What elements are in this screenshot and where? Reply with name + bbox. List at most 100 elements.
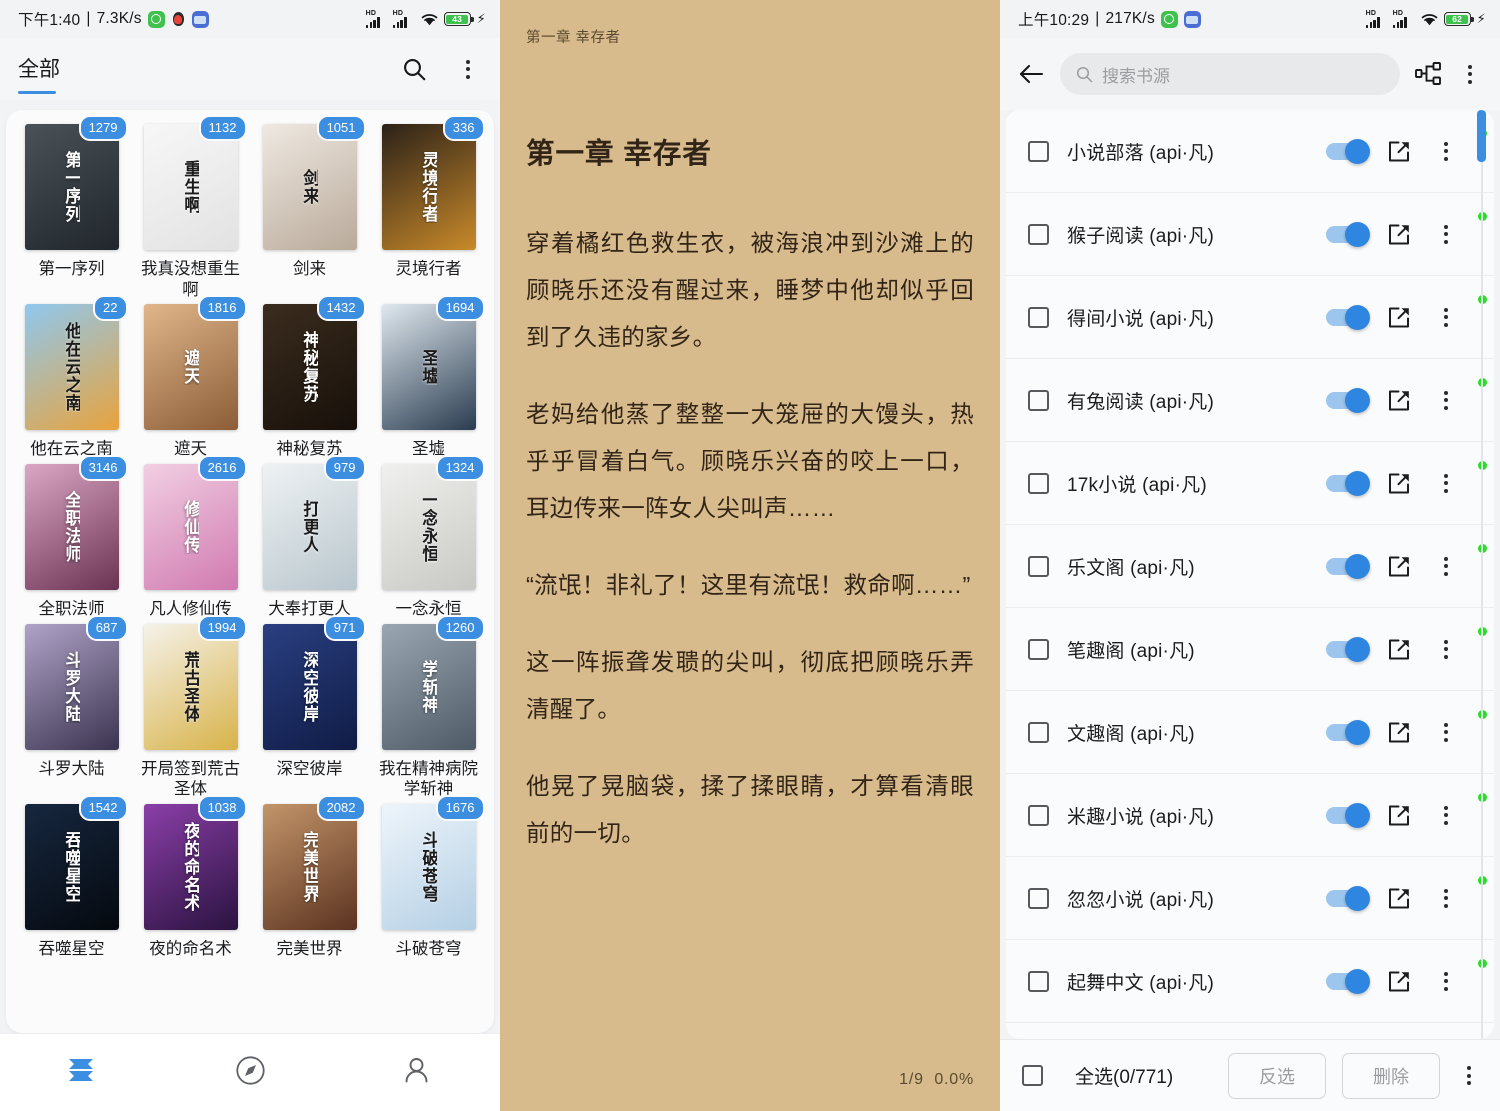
edit-icon[interactable] bbox=[1387, 969, 1412, 994]
source-checkbox[interactable] bbox=[1028, 223, 1049, 245]
book-cover[interactable]: 修仙传 bbox=[143, 463, 238, 590]
source-row[interactable]: 17k小说 (api·凡) bbox=[1006, 442, 1494, 525]
discover-tab[interactable] bbox=[167, 1055, 334, 1091]
search-icon[interactable] bbox=[400, 55, 428, 83]
source-enable-toggle[interactable] bbox=[1326, 802, 1370, 828]
source-enable-toggle[interactable] bbox=[1326, 387, 1370, 413]
source-overflow-icon[interactable] bbox=[1432, 386, 1460, 414]
source-row[interactable]: 猴子阅读 (api·凡) bbox=[1006, 193, 1494, 276]
edit-icon[interactable] bbox=[1387, 139, 1412, 164]
source-overflow-icon[interactable] bbox=[1432, 801, 1460, 829]
source-checkbox[interactable] bbox=[1028, 140, 1049, 162]
book-cover[interactable]: 圣墟 bbox=[381, 304, 476, 431]
tab-all[interactable]: 全部 bbox=[18, 53, 60, 85]
book-cover[interactable]: 学斩神 bbox=[381, 623, 476, 750]
source-checkbox[interactable] bbox=[1028, 804, 1049, 826]
source-overflow-icon[interactable] bbox=[1432, 635, 1460, 663]
search-input[interactable]: 搜索书源 bbox=[1060, 53, 1400, 95]
book-item[interactable]: 深空彼岸 971 深空彼岸 bbox=[250, 614, 369, 800]
select-all-checkbox[interactable] bbox=[1022, 1065, 1043, 1086]
book-item[interactable]: 重生啊 1132 我真没想重生啊 bbox=[131, 115, 250, 300]
book-cover[interactable]: 斗破苍穹 bbox=[381, 803, 476, 930]
book-item[interactable]: 遮天 1816 遮天 bbox=[131, 295, 250, 460]
book-cover[interactable]: 全职法师 bbox=[24, 463, 119, 590]
book-item[interactable]: 修仙传 2616 凡人修仙传 bbox=[131, 454, 250, 620]
edit-icon[interactable] bbox=[1387, 803, 1412, 828]
book-cover[interactable]: 灵境行者 bbox=[381, 124, 476, 250]
book-cover[interactable]: 剑来 bbox=[262, 124, 357, 250]
scrollbar-thumb[interactable] bbox=[1477, 110, 1486, 162]
source-row[interactable]: 笔趣阁 (api·凡) bbox=[1006, 608, 1494, 691]
book-cover[interactable]: 完美世界 bbox=[262, 803, 357, 930]
source-checkbox[interactable] bbox=[1028, 638, 1049, 660]
source-overflow-icon[interactable] bbox=[1432, 303, 1460, 331]
source-row[interactable]: 忽忽小说 (api·凡) bbox=[1006, 857, 1494, 940]
source-checkbox[interactable] bbox=[1028, 389, 1049, 411]
book-item[interactable]: 神秘复苏 1432 神秘复苏 bbox=[250, 295, 369, 460]
book-item[interactable]: 斗破苍穹 1676 斗破苍穹 bbox=[369, 794, 488, 960]
invert-selection-button[interactable]: 反选 bbox=[1228, 1052, 1326, 1099]
book-item[interactable]: 一念永恒 1324 一念永恒 bbox=[369, 454, 488, 620]
source-row[interactable]: 米趣小说 (api·凡) bbox=[1006, 774, 1494, 857]
book-cover[interactable]: 深空彼岸 bbox=[262, 623, 357, 750]
source-enable-toggle[interactable] bbox=[1326, 636, 1370, 662]
source-row[interactable]: 有兔阅读 (api·凡) bbox=[1006, 359, 1494, 442]
source-enable-toggle[interactable] bbox=[1326, 221, 1370, 247]
edit-icon[interactable] bbox=[1387, 471, 1412, 496]
book-item[interactable]: 完美世界 2082 完美世界 bbox=[250, 794, 369, 960]
delete-button[interactable]: 删除 bbox=[1342, 1052, 1440, 1099]
book-cover[interactable]: 一念永恒 bbox=[381, 463, 476, 590]
book-item[interactable]: 荒古圣体 1994 开局签到荒古圣体 bbox=[131, 614, 250, 800]
book-cover[interactable]: 他在云之南 bbox=[24, 304, 119, 431]
shelf-tab[interactable] bbox=[0, 1055, 167, 1090]
edit-icon[interactable] bbox=[1387, 886, 1412, 911]
book-item[interactable]: 灵境行者 336 灵境行者 bbox=[369, 115, 488, 300]
source-enable-toggle[interactable] bbox=[1326, 138, 1370, 164]
source-overflow-icon[interactable] bbox=[1432, 967, 1460, 995]
source-enable-toggle[interactable] bbox=[1326, 553, 1370, 579]
book-cover[interactable]: 打更人 bbox=[262, 463, 357, 590]
book-cover[interactable]: 重生啊 bbox=[143, 124, 238, 250]
edit-icon[interactable] bbox=[1387, 637, 1412, 662]
book-cover[interactable]: 第一序列 bbox=[24, 124, 119, 250]
book-item[interactable]: 他在云之南 22 他在云之南 bbox=[12, 295, 131, 460]
source-checkbox[interactable] bbox=[1028, 970, 1049, 992]
source-checkbox[interactable] bbox=[1028, 472, 1049, 494]
source-row[interactable]: 起舞中文 (api·凡) bbox=[1006, 940, 1494, 1023]
source-enable-toggle[interactable] bbox=[1326, 719, 1370, 745]
kebab-menu-icon[interactable] bbox=[1456, 1062, 1484, 1090]
book-cover[interactable]: 夜的命名术 bbox=[143, 803, 238, 930]
book-item[interactable]: 第一序列 1279 第一序列 bbox=[12, 115, 131, 300]
edit-icon[interactable] bbox=[1387, 388, 1412, 413]
book-item[interactable]: 学斩神 1260 我在精神病院学斩神 bbox=[369, 614, 488, 800]
book-item[interactable]: 打更人 979 大奉打更人 bbox=[250, 454, 369, 620]
edit-icon[interactable] bbox=[1387, 720, 1412, 745]
back-arrow-icon[interactable] bbox=[1016, 59, 1046, 89]
book-item[interactable]: 吞噬星空 1542 吞噬星空 bbox=[12, 794, 131, 960]
book-cover[interactable]: 荒古圣体 bbox=[143, 623, 238, 750]
edit-icon[interactable] bbox=[1387, 222, 1412, 247]
source-enable-toggle[interactable] bbox=[1326, 968, 1370, 994]
source-checkbox[interactable] bbox=[1028, 887, 1049, 909]
kebab-menu-icon[interactable] bbox=[454, 55, 482, 83]
source-list[interactable]: 小说部落 (api·凡) 猴子阅读 (api·凡) 得间小说 (api·凡) 有兔阅读… bbox=[1006, 110, 1494, 1039]
book-cover[interactable]: 斗罗大陆 bbox=[24, 623, 119, 750]
source-overflow-icon[interactable] bbox=[1432, 469, 1460, 497]
source-row[interactable]: 得间小说 (api·凡) bbox=[1006, 276, 1494, 359]
source-enable-toggle[interactable] bbox=[1326, 885, 1370, 911]
book-cover[interactable]: 遮天 bbox=[143, 304, 238, 431]
book-item[interactable]: 剑来 1051 剑来 bbox=[250, 115, 369, 300]
source-overflow-icon[interactable] bbox=[1432, 137, 1460, 165]
kebab-menu-icon[interactable] bbox=[1456, 60, 1484, 88]
book-cover[interactable]: 吞噬星空 bbox=[24, 803, 119, 930]
profile-tab[interactable] bbox=[333, 1055, 500, 1091]
source-overflow-icon[interactable] bbox=[1432, 552, 1460, 580]
source-row[interactable]: 文趣阁 (api·凡) bbox=[1006, 691, 1494, 774]
source-row[interactable]: 乐文阁 (api·凡) bbox=[1006, 525, 1494, 608]
edit-icon[interactable] bbox=[1387, 305, 1412, 330]
source-checkbox[interactable] bbox=[1028, 555, 1049, 577]
book-item[interactable]: 全职法师 3146 全职法师 bbox=[12, 454, 131, 620]
book-item[interactable]: 斗罗大陆 687 斗罗大陆 bbox=[12, 614, 131, 800]
reader-screen[interactable]: 第一章 幸存者 第一章 幸存者 穿着橘红色救生衣，被海浪冲到沙滩上的顾晓乐还没有… bbox=[500, 0, 1000, 1111]
source-overflow-icon[interactable] bbox=[1432, 220, 1460, 248]
